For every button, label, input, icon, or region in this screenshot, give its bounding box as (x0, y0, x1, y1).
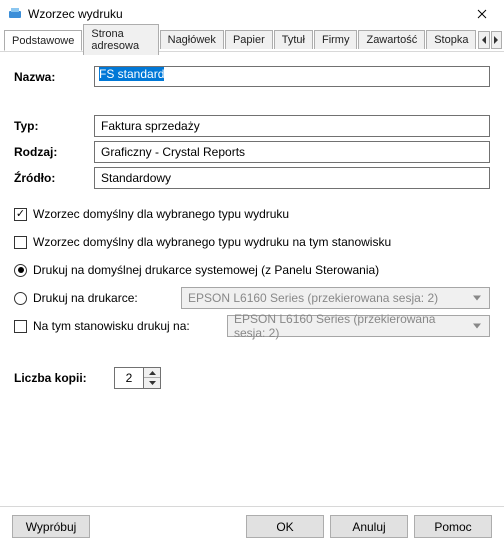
source-field[interactable]: Standardowy (94, 167, 490, 189)
tab-tytul[interactable]: Tytuł (274, 30, 313, 49)
tab-naglowek[interactable]: Nagłówek (160, 30, 224, 49)
tab-bar: Podstawowe Strona adresowa Nagłówek Papi… (0, 28, 504, 52)
radio-printer-label: Drukuj na drukarce: (33, 291, 173, 305)
printer-select-1[interactable]: EPSON L6160 Series (przekierowana sesja:… (181, 287, 490, 309)
spinner-up[interactable] (144, 368, 160, 378)
tab-firmy[interactable]: Firmy (314, 30, 358, 49)
printer-select-2[interactable]: EPSON L6160 Series (przekierowana sesja:… (227, 315, 490, 337)
help-button[interactable]: Pomoc (414, 515, 492, 538)
check-default-template[interactable] (14, 208, 27, 221)
type-field[interactable]: Faktura sprzedaży (94, 115, 490, 137)
close-button[interactable] (460, 0, 504, 28)
spinner-down[interactable] (144, 378, 160, 388)
ok-button[interactable]: OK (246, 515, 324, 538)
radio-system-printer-label: Drukuj na domyślnej drukarce systemowej … (33, 263, 379, 277)
cancel-button[interactable]: Anuluj (330, 515, 408, 538)
copies-spinner[interactable] (114, 367, 161, 389)
copies-label: Liczba kopii: (14, 371, 114, 385)
check-default-station[interactable] (14, 236, 27, 249)
try-button[interactable]: Wypróbuj (12, 515, 90, 538)
radio-system-printer[interactable] (14, 264, 27, 277)
name-label: Nazwa: (14, 70, 94, 84)
check-default-template-label: Wzorzec domyślny dla wybranego typu wydr… (33, 207, 289, 221)
window-title: Wzorzec wydruku (28, 7, 123, 21)
check-station-printer[interactable] (14, 320, 27, 333)
kind-field[interactable]: Graficzny - Crystal Reports (94, 141, 490, 163)
tab-stopka[interactable]: Stopka (426, 30, 476, 49)
tab-papier[interactable]: Papier (225, 30, 273, 49)
source-label: Źródło: (14, 171, 94, 185)
tab-scroll-left[interactable] (478, 31, 489, 49)
type-label: Typ: (14, 119, 94, 133)
copies-input[interactable] (115, 368, 143, 388)
tab-scroll-right[interactable] (491, 31, 502, 49)
name-input[interactable]: FS standard (94, 66, 490, 87)
tab-zawartosc[interactable]: Zawartość (358, 30, 425, 49)
radio-printer[interactable] (14, 292, 27, 305)
check-default-station-label: Wzorzec domyślny dla wybranego typu wydr… (33, 235, 391, 249)
kind-label: Rodzaj: (14, 145, 94, 159)
tab-podstawowe[interactable]: Podstawowe (4, 30, 82, 51)
tab-strona-adresowa[interactable]: Strona adresowa (83, 24, 158, 55)
app-icon (8, 7, 22, 21)
check-station-printer-label: Na tym stanowisku drukuj na: (33, 319, 219, 333)
